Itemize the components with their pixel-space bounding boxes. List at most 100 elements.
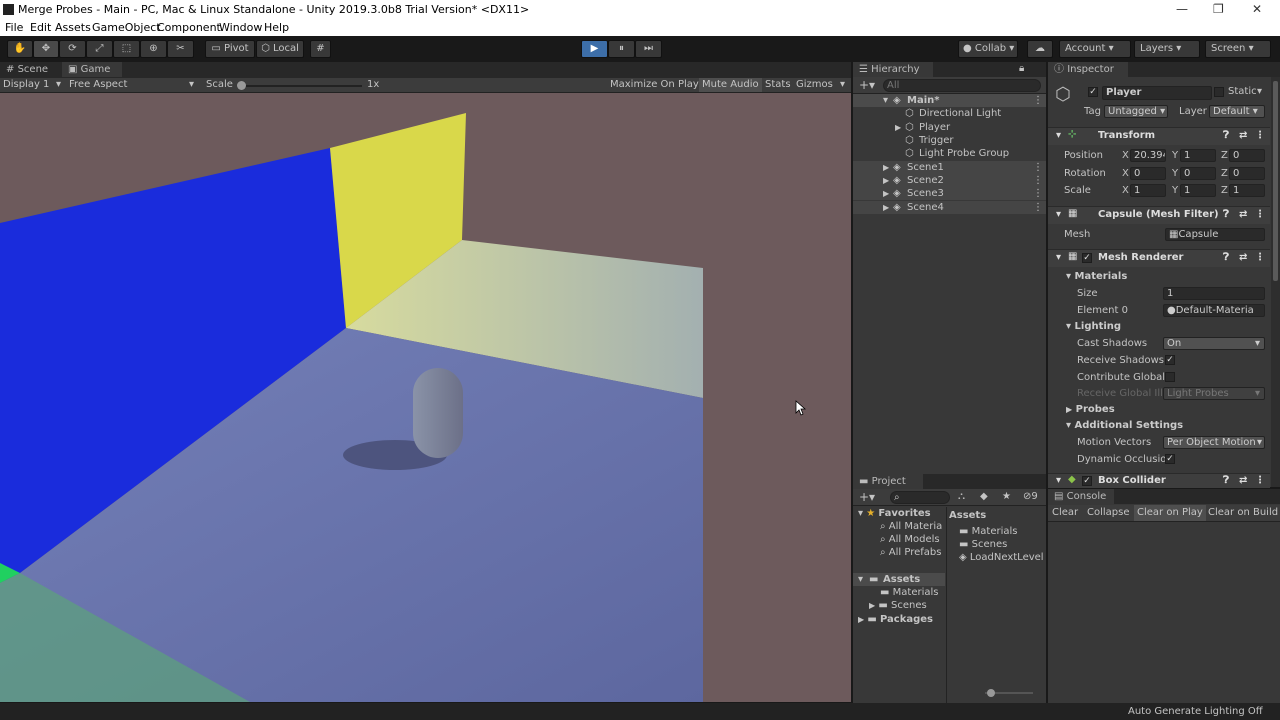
gameobject-name-input[interactable]: Player [1102, 86, 1212, 100]
menu-component[interactable]: Component [157, 21, 221, 34]
preset-icon[interactable]: ⇄ [1239, 475, 1247, 486]
scale-z-input[interactable]: 1 [1229, 184, 1265, 197]
account-dropdown[interactable]: Account ▾ [1059, 40, 1131, 58]
scale-tool-button[interactable]: ⤢ [86, 40, 113, 58]
aspect-dropdown[interactable]: Free Aspect [69, 79, 127, 90]
project-split-divider[interactable] [946, 507, 947, 703]
filter-label-icon[interactable]: ◆ [980, 491, 988, 502]
position-x-input[interactable]: 20.394 [1130, 149, 1166, 162]
preset-icon[interactable]: ⇄ [1239, 130, 1247, 141]
assets-breadcrumb[interactable]: Assets [949, 509, 986, 522]
hierarchy-search-input[interactable]: All [883, 79, 1041, 92]
tab-scene[interactable]: # Scene [0, 62, 58, 77]
layers-dropdown[interactable]: Layers ▾ [1134, 40, 1200, 58]
tab-project[interactable]: ▬ Project [853, 474, 923, 489]
more-icon[interactable]: ⋮ [1255, 252, 1265, 263]
hierarchy-item-scene1[interactable]: ▶ ◈ Scene1 ⋮ [853, 161, 1046, 174]
tab-inspector[interactable]: ⓘ Inspector [1048, 62, 1128, 77]
hierarchy-item-directional-light[interactable]: ⬡ Directional Light [853, 107, 1046, 120]
tag-dropdown[interactable]: Untagged ▾ [1104, 105, 1168, 118]
materials-size-input[interactable]: 1 [1163, 287, 1265, 300]
favorite-star-icon[interactable]: ★ [1002, 491, 1011, 502]
contribute-gi-checkbox[interactable] [1165, 372, 1175, 382]
materials-foldout[interactable]: ▾ Materials [1066, 271, 1127, 282]
local-button[interactable]: ⬡ Local [256, 40, 304, 58]
more-icon[interactable]: ⋮ [1033, 174, 1043, 187]
help-icon[interactable]: ❓︎ [1223, 209, 1229, 220]
lock-icon[interactable]: 🔒︎ [1019, 63, 1024, 74]
more-icon[interactable]: ⋮ [1033, 161, 1043, 174]
hierarchy-item-scene4[interactable]: ▶ ◈ Scene4 ⋮ [853, 201, 1046, 214]
tab-console[interactable]: ▤ Console [1048, 489, 1114, 504]
fav-item-all-models[interactable]: ⌕ All Models [880, 533, 940, 546]
inspector-scrollbar-thumb[interactable] [1273, 81, 1278, 281]
hierarchy-item-scene3[interactable]: ▶ ◈ Scene3 ⋮ [853, 187, 1046, 200]
box-collider-header[interactable]: ▾ ◆ ✓ Box Collider ❓︎ ⇄ ⋮ [1048, 473, 1270, 488]
help-icon[interactable]: ❓︎ [1223, 252, 1229, 263]
maximize-on-play-toggle[interactable]: Maximize On Play [610, 79, 699, 90]
hierarchy-item-scene2[interactable]: ▶ ◈ Scene2 ⋮ [853, 174, 1046, 187]
hierarchy-item-trigger[interactable]: ⬡ Trigger [853, 134, 1046, 147]
favorites-header[interactable]: ▾ ★ Favorites [858, 507, 931, 520]
step-button[interactable]: ⏭ [635, 40, 662, 58]
hierarchy-item-player[interactable]: ▶ ⬡ Player [853, 121, 1046, 134]
mesh-filter-header[interactable]: ▾ ▦ Capsule (Mesh Filter) ❓︎ ⇄ ⋮ [1048, 206, 1270, 224]
scale-slider[interactable] [240, 85, 362, 87]
box-collider-enabled-checkbox[interactable]: ✓ [1082, 476, 1092, 486]
more-icon[interactable]: ⋮ [1255, 475, 1265, 486]
more-icon[interactable]: ⋮ [1255, 209, 1265, 220]
active-checkbox[interactable]: ✓ [1088, 87, 1098, 97]
pause-button[interactable]: ⏸ [608, 40, 635, 58]
position-z-input[interactable]: 0 [1229, 149, 1265, 162]
rotation-x-input[interactable]: 0 [1130, 167, 1166, 180]
fav-item-all-prefabs[interactable]: ⌕ All Prefabs [880, 546, 941, 559]
project-search-input[interactable]: ⌕ [890, 491, 950, 504]
icon-size-slider-handle[interactable] [987, 689, 995, 697]
gizmos-dropdown[interactable]: Gizmos [796, 79, 833, 90]
console-collapse-button[interactable]: Collapse [1087, 507, 1130, 518]
stats-toggle[interactable]: Stats [765, 79, 791, 90]
fav-item-all-materials[interactable]: ⌕ All Materia [880, 520, 942, 533]
more-icon[interactable]: ⋮ [1255, 130, 1265, 141]
mesh-renderer-header[interactable]: ▾ ▦ ✓ Mesh Renderer ❓︎ ⇄ ⋮ [1048, 249, 1270, 267]
probes-foldout[interactable]: ▶ Probes [1066, 404, 1115, 415]
help-icon[interactable]: ❓︎ [1223, 130, 1229, 141]
more-icon[interactable]: ⋮ [1033, 94, 1043, 107]
more-icon[interactable]: ⋮ [1033, 201, 1043, 214]
menu-assets[interactable]: Assets [55, 21, 91, 34]
menu-edit[interactable]: Edit [30, 21, 51, 34]
menu-gameobject[interactable]: GameObject [92, 21, 161, 34]
project-create-button[interactable]: +▾ [859, 490, 875, 504]
console-clear-on-play-toggle[interactable]: Clear on Play [1134, 505, 1206, 521]
collab-dropdown[interactable]: ● Collab ▾ [958, 40, 1018, 58]
rotation-y-input[interactable]: 0 [1180, 167, 1216, 180]
console-clear-on-build-toggle[interactable]: Clear on Build [1208, 507, 1278, 518]
rotation-z-input[interactable]: 0 [1229, 167, 1265, 180]
scale-x-input[interactable]: 1 [1130, 184, 1166, 197]
preset-icon[interactable]: ⇄ [1239, 209, 1247, 220]
mesh-object-field[interactable]: ▦Capsule [1165, 228, 1265, 241]
asset-item-loadnextlevel[interactable]: ◈ LoadNextLevel [959, 551, 1044, 564]
additional-settings-foldout[interactable]: ▾ Additional Settings [1066, 420, 1183, 431]
close-button[interactable]: ✕ [1252, 2, 1262, 16]
static-dropdown[interactable]: Static [1228, 86, 1257, 97]
minimize-button[interactable]: — [1176, 2, 1188, 16]
console-clear-button[interactable]: Clear [1052, 507, 1078, 518]
more-icon[interactable]: ⋮ [1033, 187, 1043, 200]
asset-item-materials[interactable]: ▬ Materials [959, 525, 1017, 538]
position-y-input[interactable]: 1 [1180, 149, 1216, 162]
hierarchy-item-main[interactable]: ▾ ◈ Main* ⋮ [853, 94, 1046, 107]
element0-object-field[interactable]: ●Default-Materia [1163, 304, 1265, 317]
cast-shadows-dropdown[interactable]: On ▾ [1163, 337, 1265, 350]
dynamic-occlusion-checkbox[interactable]: ✓ [1165, 454, 1175, 464]
packages-tree-header[interactable]: ▶ ▬ Packages [858, 613, 933, 626]
mesh-renderer-enabled-checkbox[interactable]: ✓ [1082, 253, 1092, 263]
inspector-scrollbar[interactable] [1271, 77, 1280, 487]
motion-vectors-dropdown[interactable]: Per Object Motion ▾ [1163, 436, 1265, 449]
game-view[interactable] [0, 93, 851, 702]
static-checkbox[interactable] [1214, 87, 1224, 97]
mute-audio-toggle[interactable]: Mute Audio [699, 78, 762, 92]
tree-folder-materials[interactable]: ▬ Materials [880, 586, 938, 599]
menu-help[interactable]: Help [264, 21, 289, 34]
menu-window[interactable]: Window [219, 21, 262, 34]
